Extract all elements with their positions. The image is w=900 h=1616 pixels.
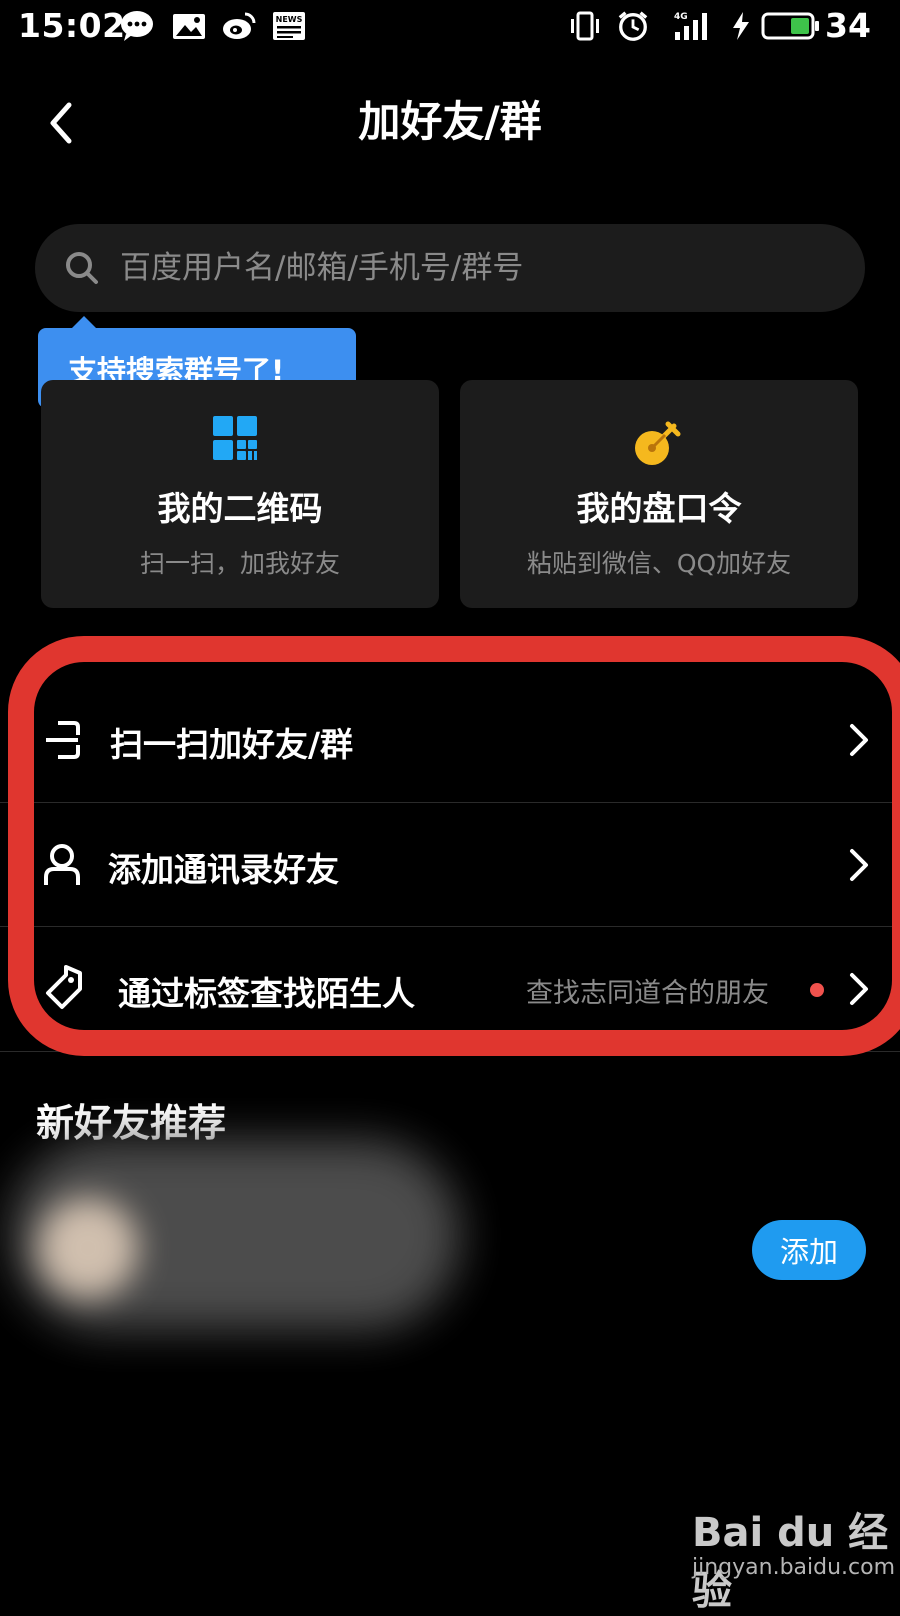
search-icon (66, 252, 98, 284)
qr-code-icon (213, 416, 257, 460)
qr-card-subtitle: 扫一扫，加我好友 (139, 549, 340, 578)
key-icon (635, 421, 681, 465)
signal-label: 4G (674, 12, 688, 22)
qr-card-title: 我的二维码 (157, 489, 323, 528)
signal-icon: 4G (672, 10, 716, 42)
gallery-icon (172, 10, 206, 42)
weibo-icon (222, 10, 256, 42)
pan-card-subtitle: 粘贴到微信、QQ加好友 (526, 549, 792, 578)
my-pan-code-card[interactable]: 我的盘口令 粘贴到微信、QQ加好友 (460, 380, 858, 608)
section-title: 新好友推荐 (36, 1101, 227, 1145)
charging-icon (728, 10, 754, 42)
page-title: 加好友/群 (358, 97, 542, 146)
avatar (38, 1198, 138, 1298)
alarm-icon (616, 10, 650, 42)
svg-text:NEWS: NEWS (276, 15, 303, 24)
battery-icon (760, 10, 822, 42)
watermark-url: jingyan.baidu.com (692, 1555, 896, 1580)
status-time: 15:02 (18, 6, 126, 45)
battery-level: 34 (825, 6, 871, 45)
message-icon (120, 10, 154, 42)
add-friend-button[interactable]: 添加 (752, 1220, 866, 1280)
highlight-annotation (8, 636, 900, 1056)
news-icon: NEWS (272, 10, 306, 42)
vibrate-icon (568, 10, 602, 42)
search-input[interactable] (120, 240, 820, 296)
my-qr-code-card[interactable]: 我的二维码 扫一扫，加我好友 (41, 380, 439, 608)
pan-card-title: 我的盘口令 (576, 489, 742, 528)
